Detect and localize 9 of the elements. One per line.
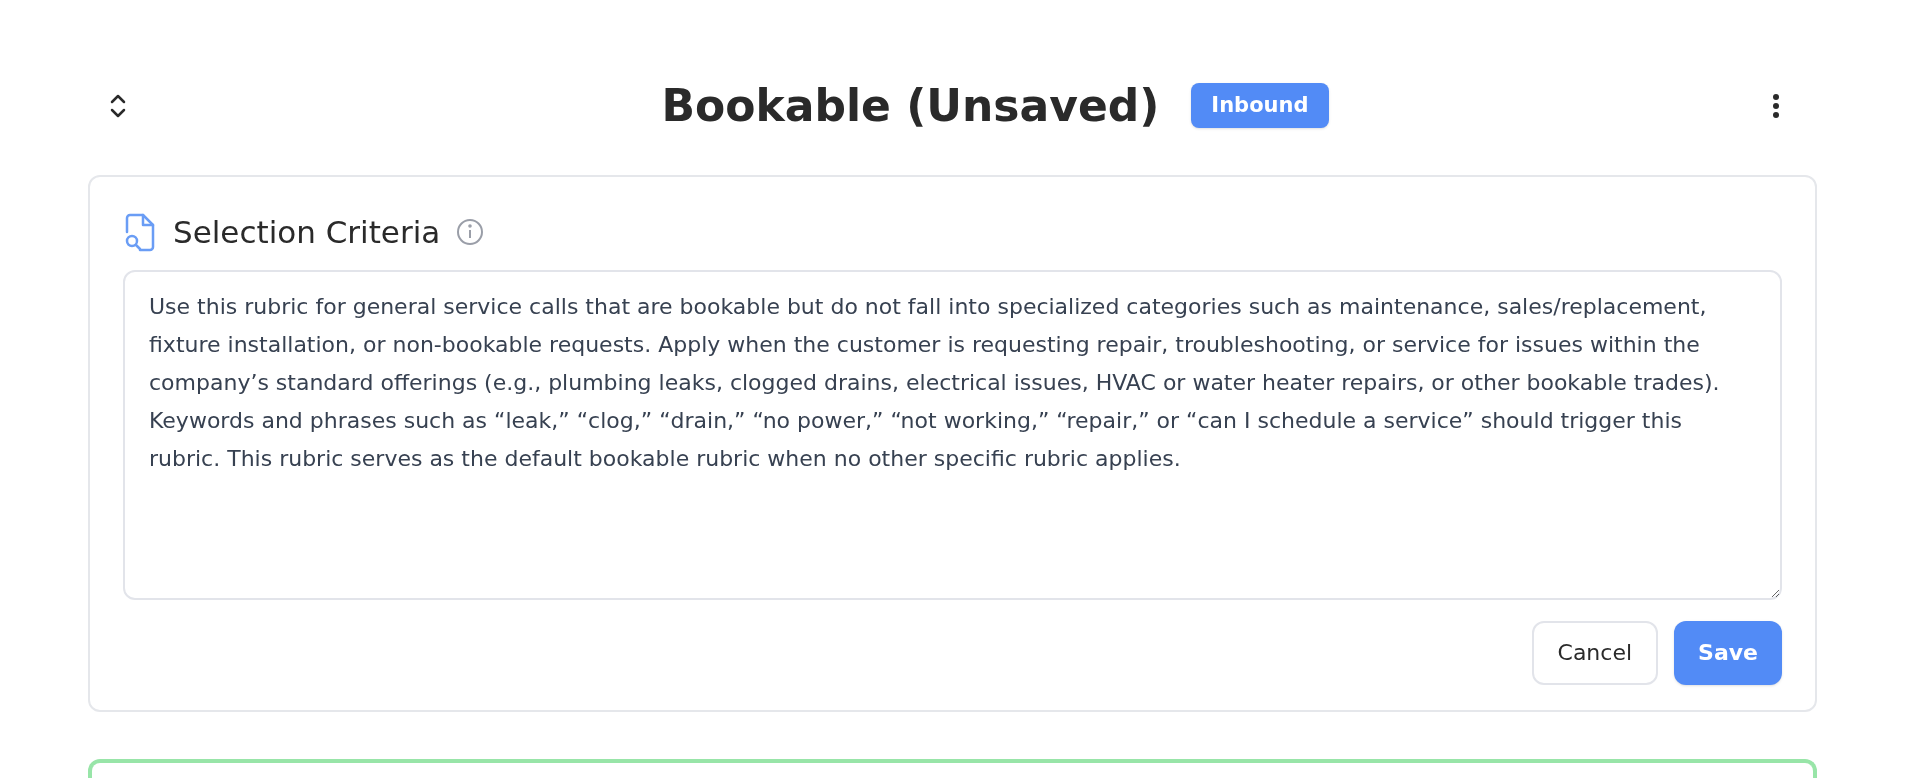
cancel-button[interactable]: Cancel <box>1531 620 1659 685</box>
criteria-text-area[interactable]: Use this rubric for general service calls that are bookable but do not fall into specialized categories such as maintenance, sales/replacement, fixture installation, or non-bookable requests. Apply when the customer is requesting repair, troubleshooting, or service for issues within the company’s standard offerings (e.g., plumbing leaks, clogged drains, electrical issues, HVAC or water heater repairs, or other bookable trades). Keywords and phrases such as “leak,” “clog,” “drain,” “no power,” “not working,” “repair,” or “can I schedule a service” should trigger this rubric. This rubric serves as the default bookable rubric when no other specific rubric applies. <box>123 269 1782 600</box>
section-title: Selection Criteria <box>173 213 441 252</box>
info-icon[interactable] <box>456 218 485 247</box>
page-title: Bookable (Unsaved) <box>661 78 1160 133</box>
document-search-icon <box>123 212 157 253</box>
sort-chevrons-icon[interactable] <box>108 92 128 119</box>
more-vertical-icon[interactable] <box>1772 92 1780 119</box>
status-badge: Inbound <box>1191 82 1329 129</box>
